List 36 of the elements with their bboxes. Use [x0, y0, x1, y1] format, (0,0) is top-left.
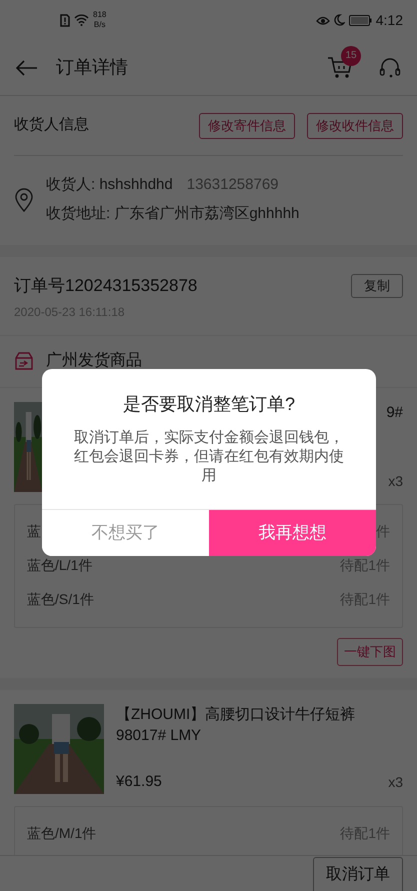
product-title: 9#: [386, 402, 403, 422]
edit-info-button[interactable]: 修改寄件信息: [199, 112, 295, 138]
package-icon: [14, 352, 34, 370]
product-price: ¥61.95: [116, 772, 162, 792]
section-label: 收货人信息: [14, 115, 89, 136]
sim-alert-icon: [60, 14, 70, 26]
wifi-icon: [74, 14, 89, 26]
battery-icon: [348, 14, 372, 26]
download-images-button[interactable]: 一键下图: [337, 638, 403, 666]
location-pin-icon: [14, 188, 34, 212]
receiver-name: 收货人: hshshhdhd: [46, 175, 173, 195]
page-title: 订单详情: [56, 56, 128, 79]
eye-icon: [316, 14, 330, 26]
variant-spec: 蓝色/S/1件: [27, 590, 94, 609]
order-number: 订单号12024315352878: [14, 275, 198, 297]
copy-button[interactable]: 复制: [351, 274, 403, 298]
product-quantity: x3: [388, 472, 403, 490]
product-title: 【ZHOUMI】高腰切口设计牛仔短裤98017# LMY: [116, 704, 356, 746]
product-quantity: x3: [388, 772, 403, 792]
moon-icon: [334, 14, 345, 26]
shipment-title: 广州发货商品: [46, 350, 142, 371]
variant-spec: 蓝: [27, 522, 41, 541]
net-speed: 818: [93, 10, 106, 20]
variant-spec: 蓝色/L/1件: [27, 556, 92, 575]
cart-badge: 15: [341, 46, 361, 66]
dialog-button[interactable]: 我再想想: [209, 510, 376, 556]
back-arrow-icon[interactable]: [16, 60, 38, 76]
receiver-address: 收货地址: 广东省广州市荔湾区ghhhhh: [46, 204, 300, 224]
cancel-order-button[interactable]: 取消订单: [313, 857, 403, 891]
net-unit: B/s: [94, 20, 106, 30]
variant-spec: 蓝色/M/1件: [27, 824, 96, 843]
clock: 4:12: [376, 10, 403, 30]
dialog-message: 取消订单后，实际支付金额会退回钱包，红包会退回卡券，但请在红包有效期内使用: [73, 428, 345, 486]
headset-icon[interactable]: [379, 56, 401, 78]
dialog-title: 是否要取消整笔订单?: [122, 393, 296, 416]
edit-info-button[interactable]: 修改收件信息: [307, 112, 403, 138]
